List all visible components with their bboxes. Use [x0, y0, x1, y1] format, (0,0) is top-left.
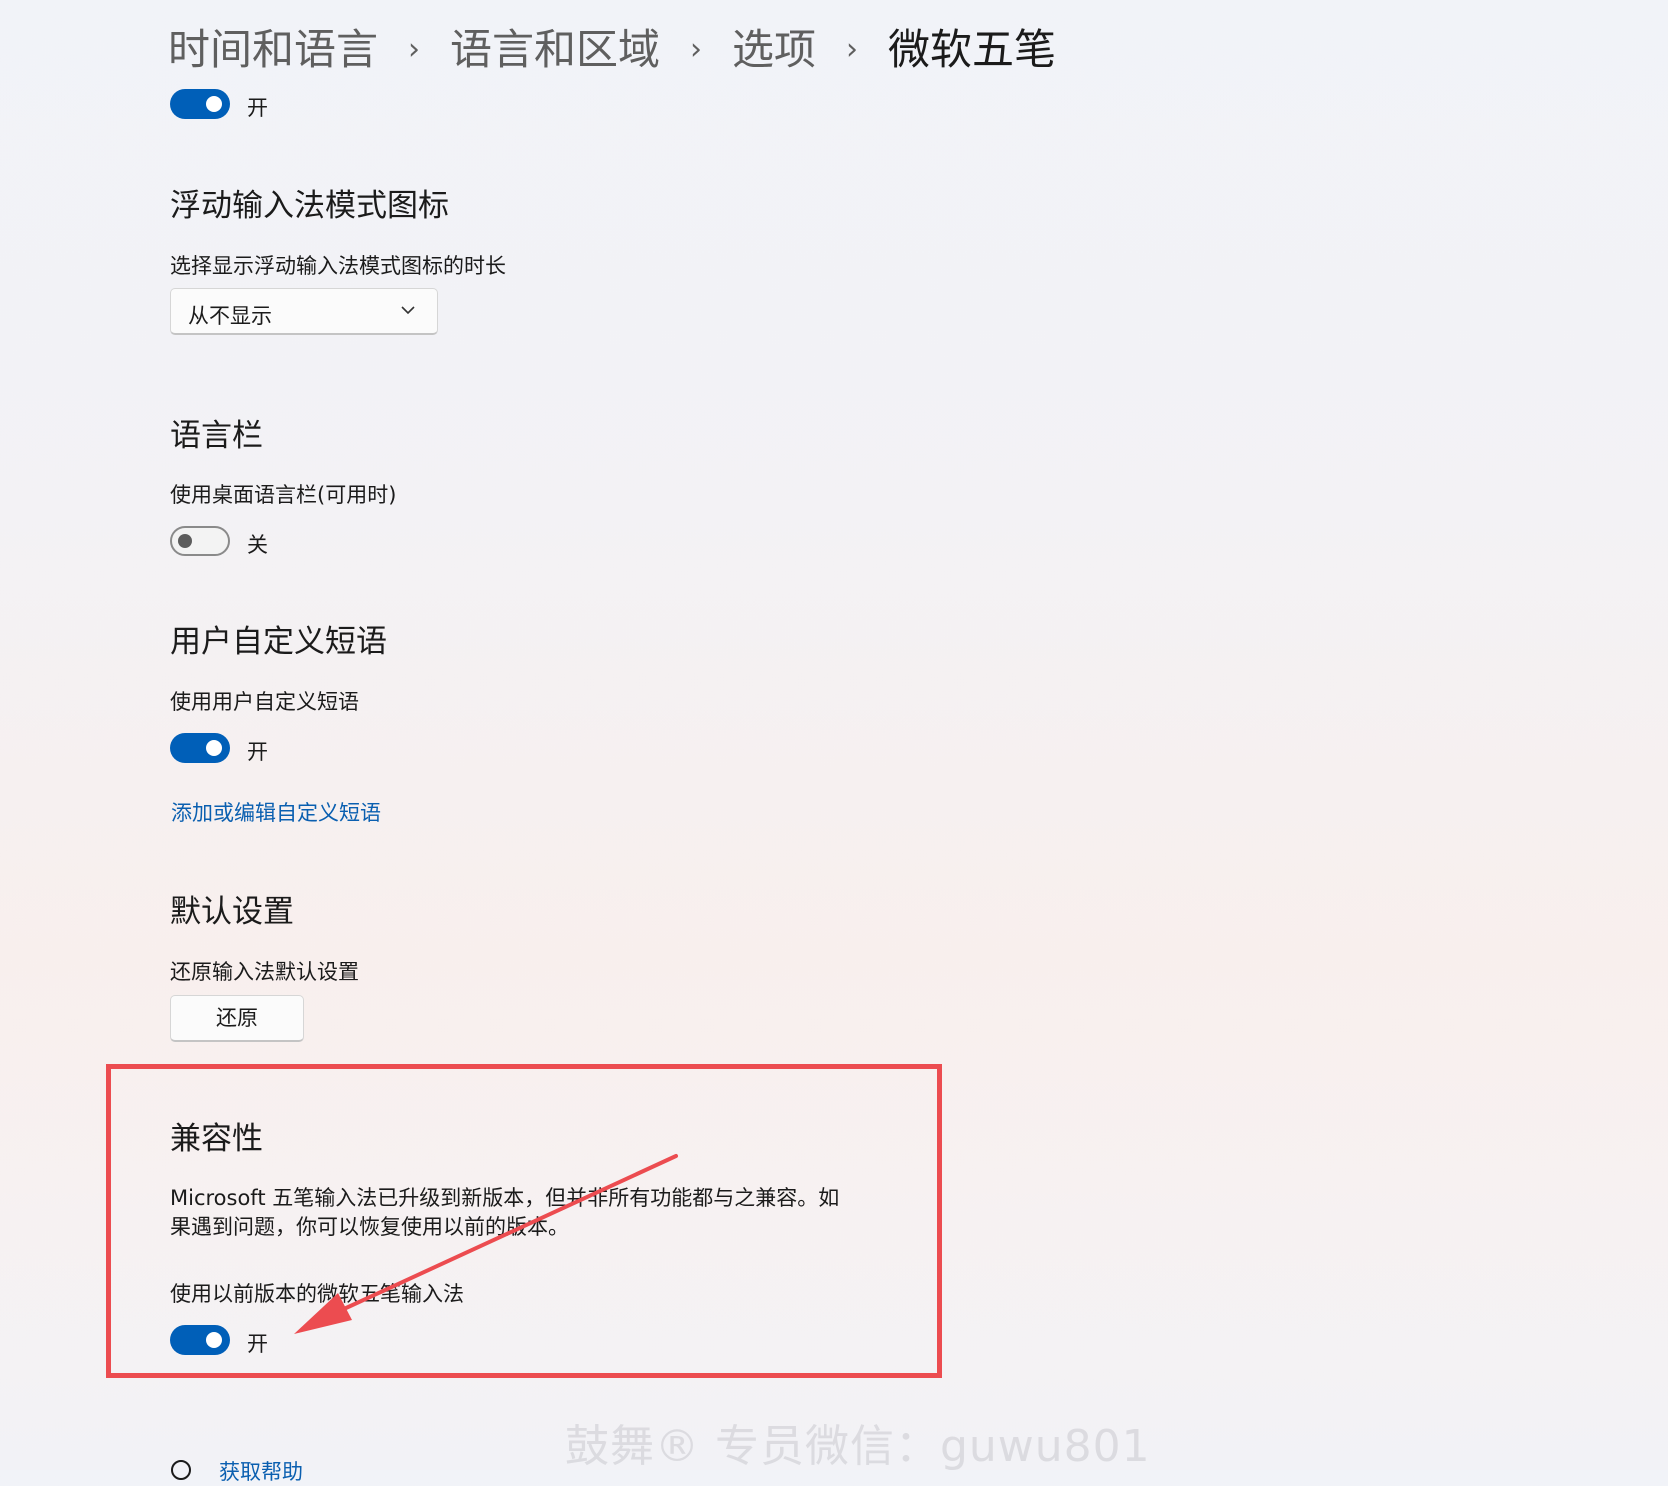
- help-icon: [171, 1460, 191, 1480]
- annotation-arrow-icon: [294, 1154, 678, 1334]
- get-help-link[interactable]: 获取帮助: [219, 1456, 303, 1486]
- watermark: 鼓舞® 专员微信：guwu801: [565, 1421, 1151, 1472]
